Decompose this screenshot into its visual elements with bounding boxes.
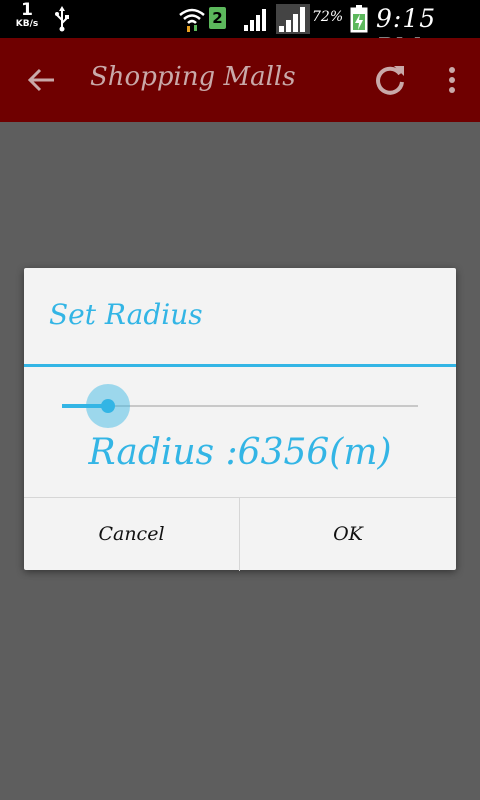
cancel-button[interactable]: Cancel [24, 498, 240, 571]
dialog-title: Set Radius [49, 298, 203, 331]
sim-slot-badge: 2 [209, 7, 226, 29]
overflow-menu-icon[interactable] [444, 66, 460, 96]
status-bar: 1 KB/s 2 72% 9:15 [0, 0, 480, 62]
set-radius-dialog: Set Radius Radius :6356(m) Cancel OK [24, 268, 456, 571]
back-arrow-icon[interactable] [26, 64, 58, 96]
title-divider [24, 364, 456, 367]
network-speed-unit: KB/s [15, 19, 39, 29]
network-speed-value: 1 [21, 0, 33, 20]
radius-value-label: Radius :6356(m) [88, 432, 392, 473]
ok-button[interactable]: OK [240, 498, 456, 571]
signal-icon [276, 4, 310, 38]
usb-icon [54, 6, 70, 36]
battery-icon [350, 5, 368, 37]
signal-icon [244, 7, 270, 35]
wifi-icon [178, 5, 206, 37]
dialog-button-bar: Cancel OK [24, 497, 456, 571]
slider-thumb[interactable] [101, 399, 115, 413]
app-title: Shopping Malls [90, 62, 296, 92]
battery-percent: 72% [312, 9, 344, 25]
refresh-icon[interactable] [372, 62, 408, 98]
radius-slider[interactable] [62, 384, 418, 428]
app-bar: Shopping Malls [0, 38, 480, 122]
network-speed: 1 KB/s [12, 2, 42, 29]
